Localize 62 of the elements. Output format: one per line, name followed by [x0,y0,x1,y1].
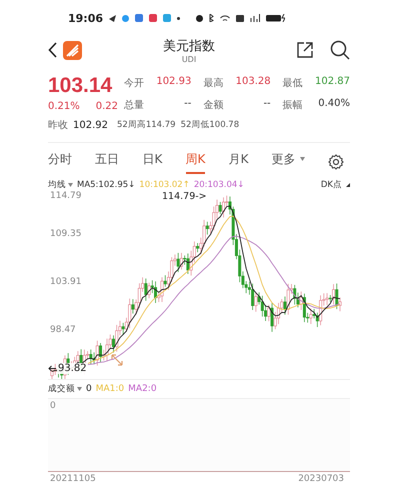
moving-average-value: 20:103.04↓ [194,180,244,190]
week52-stat: 52周低100.78 [180,119,240,131]
page-title: 美元指数 [163,38,215,54]
stat-label: 最高 [203,76,224,90]
axis-label: 0 [50,401,56,411]
change-percent: 0.21% [48,101,80,112]
moving-average-value: MA1:0 [96,384,124,394]
stat-value: 0.40% [318,98,350,110]
stat-label: 最低 [282,77,303,90]
moving-average-value: 10:103.02↑ [139,180,190,190]
stat-value: 103.28 [236,76,271,89]
volume-value: 0 [86,384,92,394]
app-logo-icon [63,40,82,60]
caret-icon [68,183,73,187]
chart-tab[interactable]: 分时 [48,150,72,174]
high-marker: 114.79-> [162,191,207,202]
bluetooth-icon [209,14,214,22]
stat-label: 昨收 [48,119,68,132]
stat-label: 今开 [124,77,144,90]
chart-tab[interactable]: 日K [142,150,162,174]
current-price: 103.14 [48,74,114,98]
axis-label: 114.79 [50,191,82,201]
low-marker: 93.82 [57,363,88,374]
change-value: 0.22 [96,101,118,112]
stat-label: 金额 [203,98,224,112]
stat-value: -- [263,98,271,110]
caret-icon [77,387,82,391]
send-icon [109,14,116,22]
stat-value: 102.93 [156,76,192,89]
status-time: 19:06 [68,12,104,24]
moving-average-value: MA2:0 [128,384,157,394]
corner-icon [346,183,350,187]
expand-icon[interactable] [110,353,124,367]
moving-average-value: MA5:102.95↓ [77,180,136,190]
symbol-code: UDI [182,54,196,64]
week52-stat: 52周高114.79 [117,119,176,131]
date-label: 20230703 [298,474,344,484]
share-icon[interactable] [296,41,314,59]
dot-icon [177,16,180,20]
wifi-icon [220,15,230,21]
stat-label: 总量 [124,98,144,112]
settings-icon[interactable] [328,154,344,170]
search-icon[interactable] [330,40,350,60]
chart-tab[interactable]: 五日 [95,150,120,174]
battery-icon [266,14,286,22]
dk-point-button[interactable]: DK点 [320,179,342,191]
axis-label: 109.35 [50,229,82,239]
axis-label: 98.47 [50,325,76,335]
stat-value: 102.92 [73,120,108,130]
signal-icon [250,14,260,22]
chart-tab[interactable]: 月K [228,150,248,174]
stat-value: -- [184,98,192,110]
chart-tab[interactable]: 更多 [272,150,305,174]
volume-dropdown[interactable]: 成交额 [48,383,82,395]
stat-value: 102.87 [315,76,350,89]
date-label: 20211105 [50,474,96,484]
axis-label: 103.91 [50,277,82,287]
arrow-icon [48,365,56,372]
indicator-dropdown[interactable]: 均线 [48,179,73,191]
chart-tab[interactable]: 周K [186,150,206,174]
back-icon[interactable] [48,42,57,58]
stat-label: 振幅 [282,98,303,112]
